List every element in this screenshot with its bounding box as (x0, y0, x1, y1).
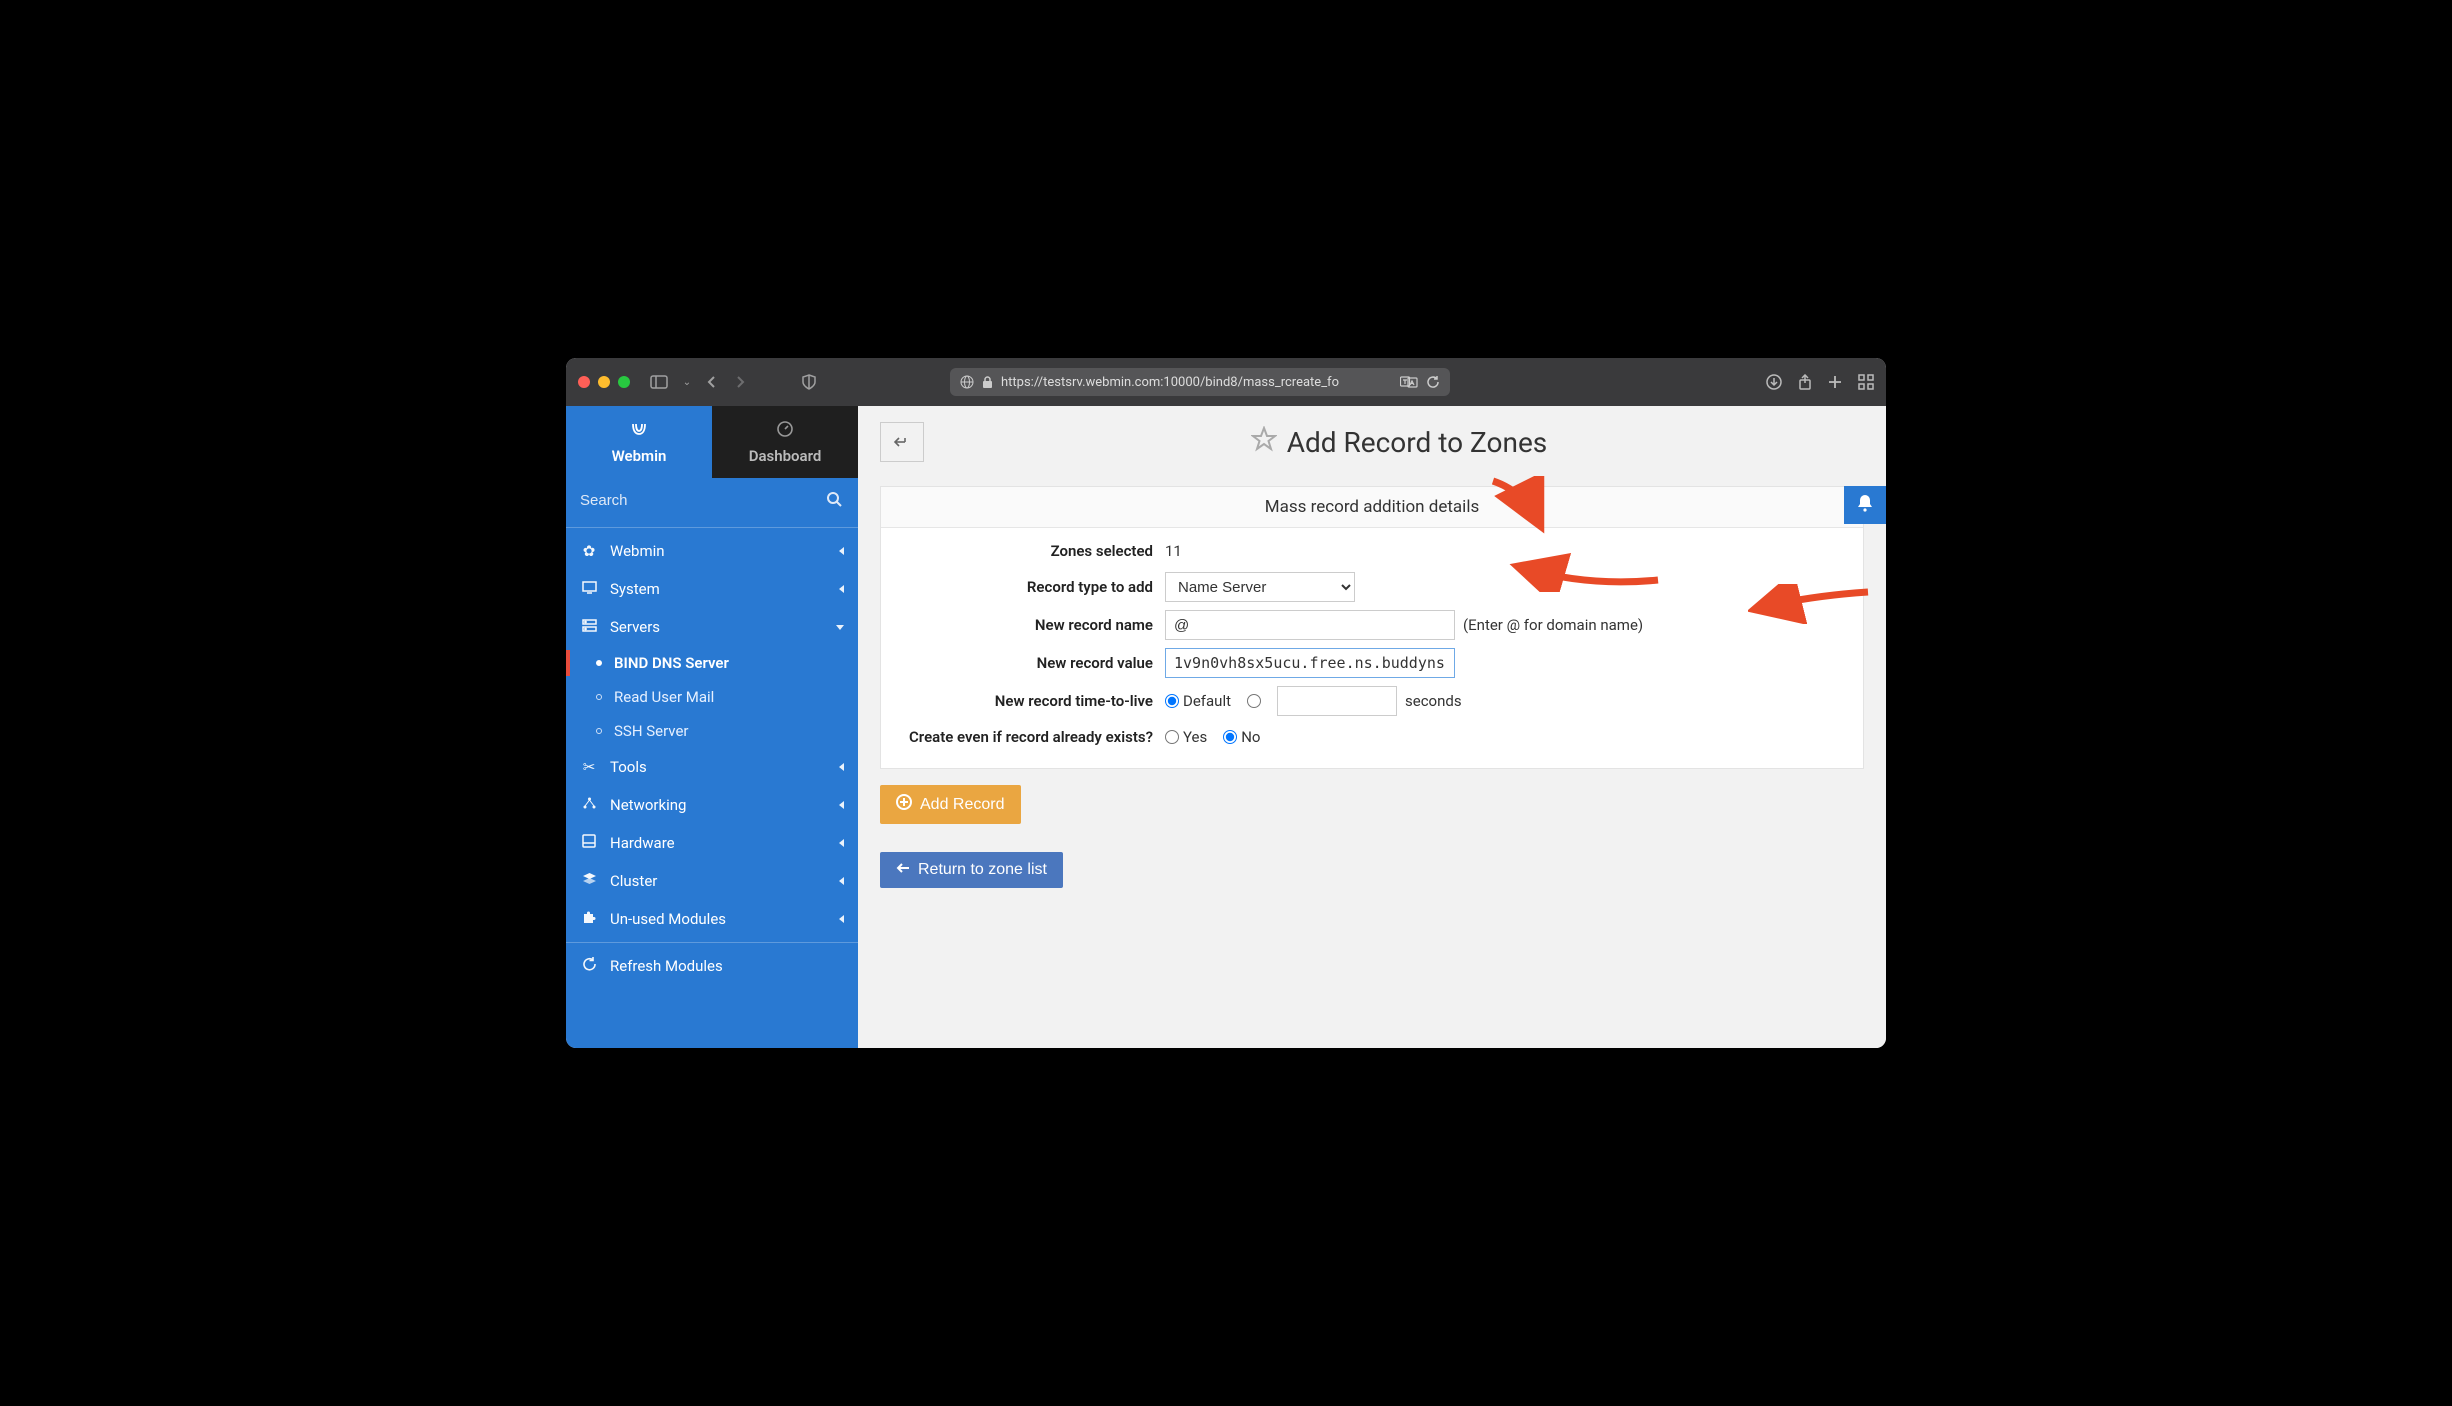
close-window-button[interactable] (578, 376, 590, 388)
lock-icon (982, 376, 993, 389)
new-tab-icon[interactable] (1828, 375, 1842, 389)
nav-refresh-modules[interactable]: Refresh Modules (566, 947, 858, 985)
exists-no-radio[interactable]: No (1223, 728, 1260, 746)
bullet-icon (596, 694, 602, 700)
nav-hardware[interactable]: Hardware (566, 824, 858, 862)
monitor-icon (580, 580, 598, 598)
record-value-input[interactable] (1165, 648, 1455, 678)
page-title: Add Record to Zones (934, 426, 1864, 459)
servers-submenu: BIND DNS Server Read User Mail SSH Serve… (566, 646, 858, 748)
subnav-ssh-server[interactable]: SSH Server (586, 714, 858, 748)
globe-icon (960, 375, 974, 389)
sidebar: Webmin Dashboard ✿ Webmin (566, 406, 858, 1048)
add-record-button[interactable]: Add Record (880, 785, 1021, 824)
label-record-name: New record name (895, 616, 1155, 634)
downloads-icon[interactable] (1766, 374, 1782, 390)
caret-icon (839, 763, 844, 771)
label-record-value: New record value (895, 654, 1155, 672)
refresh-icon (580, 957, 598, 975)
nav-networking[interactable]: Networking (566, 786, 858, 824)
minimize-window-button[interactable] (598, 376, 610, 388)
maximize-window-button[interactable] (618, 376, 630, 388)
nav-forward-icon[interactable] (734, 375, 752, 389)
back-button[interactable] (880, 422, 924, 462)
nav-back-icon[interactable] (706, 375, 724, 389)
share-icon[interactable] (1798, 374, 1812, 390)
nav-system[interactable]: System (566, 570, 858, 608)
record-name-hint: (Enter @ for domain name) (1463, 616, 1643, 634)
bullet-icon (596, 728, 602, 734)
webmin-logo-icon (629, 420, 649, 443)
plus-circle-icon (896, 794, 912, 815)
nav-servers[interactable]: Servers (566, 608, 858, 646)
label-ttl: New record time-to-live (895, 692, 1155, 710)
caret-icon (839, 877, 844, 885)
network-icon (580, 796, 598, 814)
caret-icon (839, 547, 844, 555)
caret-down-icon (836, 625, 844, 630)
divider (566, 527, 858, 528)
browser-window: ⌄ https://testsrv.webmin.com:10000/bind8… (566, 358, 1886, 1048)
label-zones-selected: Zones selected (895, 542, 1155, 560)
caret-icon (839, 585, 844, 593)
record-type-select[interactable]: Name Server (1165, 572, 1355, 602)
tab-webmin[interactable]: Webmin (566, 406, 712, 478)
ttl-seconds-input[interactable] (1277, 686, 1397, 716)
notifications-button[interactable] (1844, 486, 1886, 524)
main-content: Add Record to Zones Mass record addition… (858, 406, 1886, 1048)
form-panel: Mass record addition details Zones selec… (880, 486, 1864, 769)
return-zone-list-button[interactable]: Return to zone list (880, 852, 1063, 888)
tabs-overview-icon[interactable] (1858, 374, 1874, 390)
tab-dashboard[interactable]: Dashboard (712, 406, 858, 478)
star-icon[interactable] (1251, 426, 1277, 459)
url-text: https://testsrv.webmin.com:10000/bind8/m… (1001, 375, 1339, 390)
label-create-exists: Create even if record already exists? (895, 728, 1155, 746)
subnav-read-mail[interactable]: Read User Mail (586, 680, 858, 714)
panel-title: Mass record addition details (881, 487, 1863, 528)
gear-icon: ✿ (580, 542, 598, 560)
disk-icon (580, 834, 598, 852)
label-record-type: Record type to add (895, 578, 1155, 596)
caret-icon (839, 839, 844, 847)
ttl-custom-radio[interactable] (1247, 694, 1261, 708)
bullet-icon (596, 660, 602, 666)
shield-icon[interactable] (802, 374, 820, 390)
zones-selected-value: 11 (1165, 542, 1182, 560)
url-bar[interactable]: https://testsrv.webmin.com:10000/bind8/m… (950, 368, 1450, 396)
browser-chrome: ⌄ https://testsrv.webmin.com:10000/bind8… (566, 358, 1886, 406)
sidebar-toggle-icon[interactable] (650, 375, 668, 389)
back-arrow-icon (893, 435, 911, 449)
window-controls (578, 376, 630, 388)
nav-unused-modules[interactable]: Un-used Modules (566, 900, 858, 938)
nav-tools[interactable]: ✂ Tools (566, 748, 858, 786)
caret-icon (839, 801, 844, 809)
search-icon[interactable] (827, 492, 842, 511)
divider (566, 942, 858, 943)
nav-webmin[interactable]: ✿ Webmin (566, 532, 858, 570)
layers-icon (580, 872, 598, 890)
server-icon (580, 618, 598, 636)
caret-icon (839, 915, 844, 923)
puzzle-icon (580, 910, 598, 928)
ttl-seconds-label: seconds (1405, 692, 1462, 710)
gauge-icon (776, 420, 794, 443)
subnav-bind-dns[interactable]: BIND DNS Server (586, 646, 858, 680)
translate-icon[interactable] (1400, 375, 1418, 389)
nav-cluster[interactable]: Cluster (566, 862, 858, 900)
reload-icon[interactable] (1426, 375, 1440, 389)
search-input[interactable] (580, 486, 844, 515)
chevron-down-icon[interactable]: ⌄ (678, 377, 696, 388)
record-name-input[interactable] (1165, 610, 1455, 640)
exists-yes-radio[interactable]: Yes (1165, 728, 1207, 746)
arrow-left-icon (896, 861, 910, 879)
tools-icon: ✂ (580, 758, 598, 776)
ttl-default-radio[interactable]: Default (1165, 692, 1231, 710)
bell-icon (1856, 493, 1874, 517)
